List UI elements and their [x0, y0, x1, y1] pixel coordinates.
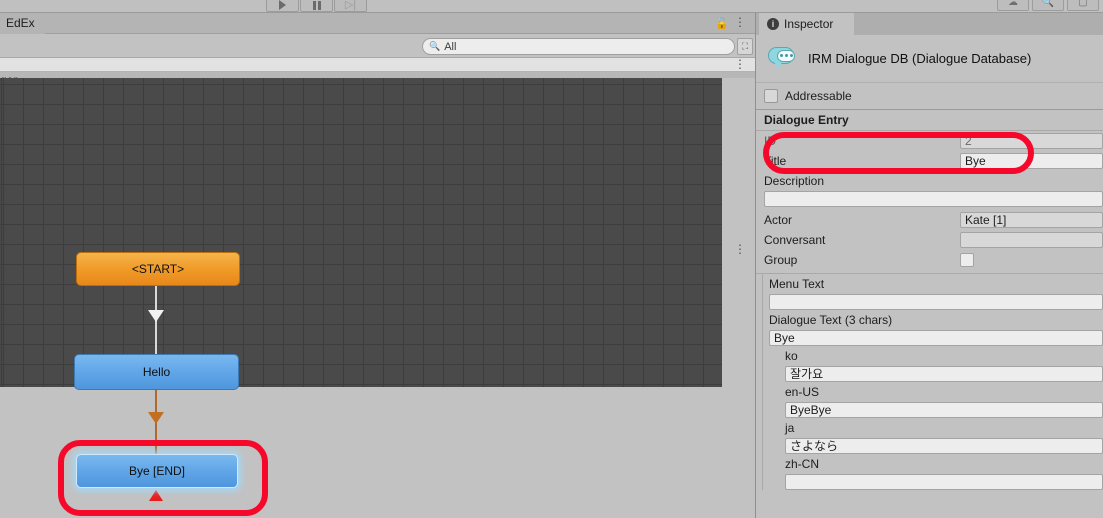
toolbar-right-controls: ☁ 🔍 ▢	[997, 0, 1099, 11]
hierarchy-subbar: ⋮	[0, 58, 755, 72]
locale-label-en-us: en-US	[785, 385, 820, 399]
addressable-row[interactable]: Addressable	[756, 83, 1103, 110]
pause-button[interactable]	[300, 0, 333, 12]
unity-main-toolbar: ▷| ☁ 🔍 ▢	[0, 0, 1103, 13]
step-icon: ▷|	[344, 0, 357, 11]
conversant-dropdown[interactable]	[960, 232, 1103, 248]
field-actor[interactable]: Actor Kate [1]	[756, 210, 1103, 230]
search-button[interactable]: 🔍	[1032, 0, 1064, 11]
inspector-panel: i Inspector IRM Dialogue DB (Dialogue Da…	[755, 13, 1103, 518]
node-start[interactable]: <START>	[76, 252, 240, 286]
group-label: Group	[764, 253, 798, 267]
node-hello[interactable]: Hello	[74, 354, 239, 390]
canvas-side-strip: ⋮	[722, 78, 755, 387]
tab-inspector-label: Inspector	[784, 17, 834, 31]
cloud-icon: ☁	[1008, 0, 1018, 8]
expand-search-icon[interactable]: ⛶	[737, 38, 753, 55]
tab-edex[interactable]: EdEx	[0, 13, 45, 34]
dialogue-text-input[interactable]: Bye	[769, 330, 1103, 346]
field-conversant[interactable]: Conversant	[756, 230, 1103, 250]
search-icon: 🔍	[1041, 0, 1055, 8]
locale-input-en-us[interactable]: ByeBye	[785, 402, 1103, 418]
tab-inspector[interactable]: i Inspector	[759, 13, 854, 35]
asset-title: IRM Dialogue DB (Dialogue Database)	[808, 51, 1032, 66]
hierarchy-tabbar: EdEx 🔓 ⋮	[0, 13, 755, 34]
actor-dropdown[interactable]: Kate [1]	[960, 212, 1103, 228]
link-arrow-icon	[148, 412, 164, 424]
locale-label-ko: ko	[785, 349, 798, 363]
kebab-menu-icon[interactable]: ⋮	[734, 58, 746, 71]
kebab-menu-icon[interactable]: ⋮	[734, 243, 746, 256]
field-group[interactable]: Group	[756, 250, 1103, 270]
dialogue-database-icon	[764, 45, 798, 73]
locale-label-ja: ja	[785, 421, 795, 435]
description-label: Description	[764, 174, 825, 188]
playmode-controls: ▷|	[266, 0, 367, 12]
field-id: ID 2	[756, 131, 1103, 151]
pointer-arrow-icon	[149, 490, 163, 501]
hierarchy-search-value: All	[444, 40, 457, 53]
id-label: ID	[764, 134, 776, 148]
play-icon	[279, 0, 286, 10]
actor-label: Actor	[764, 213, 793, 227]
play-button[interactable]	[266, 0, 299, 12]
inspector-asset-header: IRM Dialogue DB (Dialogue Database)	[756, 35, 1103, 83]
hierarchy-search-row: 🔍 All ⛶	[0, 34, 755, 58]
dialogue-node-canvas[interactable]	[0, 78, 722, 387]
text-section: Menu Text Dialogue Text (3 chars) Bye ko…	[762, 274, 1103, 490]
addressable-label: Addressable	[785, 89, 852, 103]
conversant-label: Conversant	[764, 233, 826, 247]
dialogue-text-label: Dialogue Text (3 chars)	[769, 313, 893, 327]
menu-text-label: Menu Text	[769, 277, 825, 291]
field-title[interactable]: Title Bye	[756, 151, 1103, 171]
lock-icon[interactable]: 🔓	[715, 17, 729, 30]
search-icon: 🔍	[429, 41, 441, 51]
title-input[interactable]: Bye	[960, 153, 1103, 169]
group-checkbox[interactable]	[960, 253, 974, 267]
info-icon: i	[767, 18, 779, 30]
link-arrow-icon	[148, 310, 164, 322]
step-button[interactable]: ▷|	[334, 0, 367, 12]
account-icon: ▢	[1078, 0, 1088, 8]
addressable-checkbox[interactable]	[764, 89, 778, 103]
pause-icon	[312, 1, 321, 10]
locale-input-ko[interactable]: 잘가요	[785, 366, 1103, 382]
node-bye-end[interactable]: Bye [END]	[76, 454, 238, 488]
account-button[interactable]: ▢	[1067, 0, 1099, 11]
hierarchy-search-input[interactable]: 🔍 All	[422, 38, 735, 55]
cloud-button[interactable]: ☁	[997, 0, 1029, 11]
locale-input-zh-cn[interactable]	[785, 474, 1103, 490]
localization-list: ko 잘가요 en-US ByeBye ja さよなら zh-CN	[763, 346, 1103, 490]
id-value: 2	[960, 133, 1103, 149]
kebab-menu-icon[interactable]: ⋮	[734, 16, 746, 29]
inspector-tabbar: i Inspector	[756, 13, 1103, 35]
locale-input-ja[interactable]: さよなら	[785, 438, 1103, 454]
description-input[interactable]	[764, 191, 1103, 207]
menu-text-input[interactable]	[769, 294, 1103, 310]
section-dialogue-entry: Dialogue Entry	[756, 110, 1103, 131]
title-label: Title	[764, 154, 787, 168]
locale-label-zh-cn: zh-CN	[785, 457, 820, 471]
